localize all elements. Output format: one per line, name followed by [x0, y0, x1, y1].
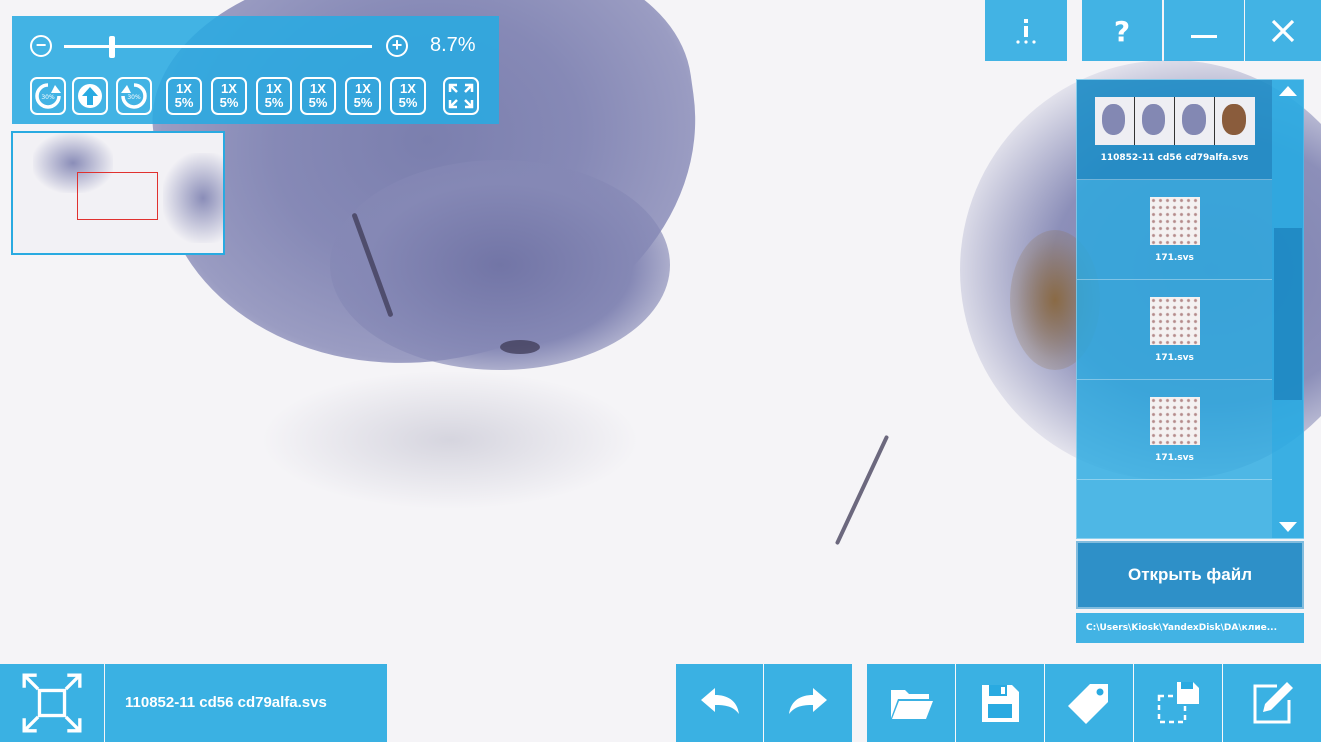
scale-button-top: 1X	[400, 81, 416, 96]
scale-button-bottom: 5%	[353, 95, 373, 110]
zoom-toolbar: − + 8.7% 30% 30% 1X 5% 1X 5% 1X 5% 1X 5%…	[12, 16, 499, 124]
zoom-slider-thumb[interactable]	[108, 36, 115, 58]
svg-text:30%: 30%	[41, 94, 55, 101]
file-name: 171.svs	[1155, 252, 1194, 263]
slide-thumbnail	[1149, 196, 1200, 245]
tissue-fiber	[500, 340, 540, 354]
rotate-left-icon: 30%	[35, 83, 61, 109]
undo-button[interactable]	[676, 664, 763, 742]
move-up-button[interactable]	[72, 77, 108, 115]
file-list-item[interactable]: 171.svs	[1077, 180, 1272, 280]
zoom-in-icon[interactable]: +	[386, 35, 408, 57]
scale-button-bottom: 5%	[398, 95, 418, 110]
scale-button-top: 1X	[221, 81, 237, 96]
svg-text:30%: 30%	[127, 94, 141, 101]
scale-button[interactable]: 1X 5%	[300, 77, 336, 115]
file-list-item[interactable]: 171.svs	[1077, 380, 1272, 480]
fullscreen-icon	[22, 673, 82, 733]
fullscreen-button[interactable]	[0, 664, 104, 742]
zoom-out-icon[interactable]: −	[30, 35, 52, 57]
open-file-button[interactable]: Открыть файл	[1076, 541, 1304, 609]
slide-thumbnail	[1094, 96, 1255, 145]
save-button[interactable]	[956, 664, 1044, 742]
scale-button[interactable]: 1X 5%	[390, 77, 426, 115]
scale-button[interactable]: 1X 5%	[166, 77, 202, 115]
undo-icon	[700, 688, 739, 714]
rotate-right-icon: 30%	[121, 83, 147, 109]
scale-button-top: 1X	[310, 81, 326, 96]
svg-text:?: ?	[1114, 16, 1130, 46]
close-icon	[1271, 19, 1295, 42]
minimap-viewport[interactable]	[77, 172, 158, 220]
folder-icon	[891, 690, 933, 719]
minimap-tissue	[163, 153, 223, 243]
info-button[interactable]	[985, 0, 1067, 61]
scale-button[interactable]: 1X 5%	[211, 77, 247, 115]
file-list-scrollbar[interactable]	[1272, 80, 1304, 538]
file-path: C:\Users\Kiosk\YandexDisk\DA\клие...	[1076, 613, 1304, 643]
file-list-item[interactable]: 171.svs	[1077, 280, 1272, 380]
tag-icon	[1068, 684, 1108, 724]
fit-screen-button[interactable]	[443, 77, 479, 115]
scale-button[interactable]: 1X 5%	[345, 77, 381, 115]
arrow-up-icon	[78, 84, 102, 108]
scale-button-top: 1X	[266, 81, 282, 96]
file-name: 110852-11 cd56 cd79alfa.svs	[1100, 152, 1249, 163]
save-icon	[982, 685, 1019, 722]
current-file-name: 110852-11 cd56 cd79alfa.svs	[125, 694, 327, 711]
rotate-left-button[interactable]: 30%	[30, 77, 66, 115]
edit-icon	[1253, 682, 1293, 724]
tissue-region	[330, 160, 670, 370]
open-folder-button[interactable]	[867, 664, 955, 742]
tissue-fiber	[834, 434, 890, 546]
minimize-icon	[1191, 34, 1217, 38]
scroll-up-button[interactable]	[1272, 80, 1304, 102]
tag-button[interactable]	[1045, 664, 1133, 742]
tissue-smear	[260, 370, 640, 510]
help-icon: ?	[1114, 16, 1130, 46]
file-list: 110852-11 cd56 cd79alfa.svs 171.svs 171.…	[1076, 79, 1304, 539]
help-button[interactable]: ?	[1082, 0, 1162, 61]
scale-button-bottom: 5%	[219, 95, 239, 110]
file-name: 171.svs	[1155, 452, 1194, 463]
zoom-value: 8.7%	[430, 34, 476, 56]
minimap[interactable]	[11, 131, 225, 255]
triangle-up-icon	[1279, 86, 1297, 96]
scrollbar-thumb[interactable]	[1274, 228, 1302, 400]
rotate-right-button[interactable]: 30%	[116, 77, 152, 115]
scale-button-bottom: 5%	[308, 95, 328, 110]
close-button[interactable]	[1245, 0, 1321, 61]
scale-button-top: 1X	[355, 81, 371, 96]
redo-icon	[789, 688, 827, 714]
save-region-button[interactable]	[1134, 664, 1222, 742]
edit-button[interactable]	[1223, 664, 1321, 742]
scale-button-bottom: 5%	[264, 95, 284, 110]
scale-button-top: 1X	[176, 81, 192, 96]
scroll-down-button[interactable]	[1272, 516, 1304, 538]
slide-thumbnail	[1149, 396, 1200, 445]
redo-button[interactable]	[764, 664, 852, 742]
minimize-button[interactable]	[1164, 0, 1244, 61]
scale-button[interactable]: 1X 5%	[256, 77, 292, 115]
expand-icon	[448, 83, 474, 109]
scale-button-bottom: 5%	[174, 95, 194, 110]
save-selection-icon	[1157, 682, 1199, 724]
info-icon	[1016, 18, 1036, 44]
file-list-item[interactable]: 110852-11 cd56 cd79alfa.svs	[1077, 80, 1272, 180]
triangle-down-icon	[1279, 522, 1297, 532]
file-name: 171.svs	[1155, 352, 1194, 363]
slide-thumbnail	[1149, 296, 1200, 345]
